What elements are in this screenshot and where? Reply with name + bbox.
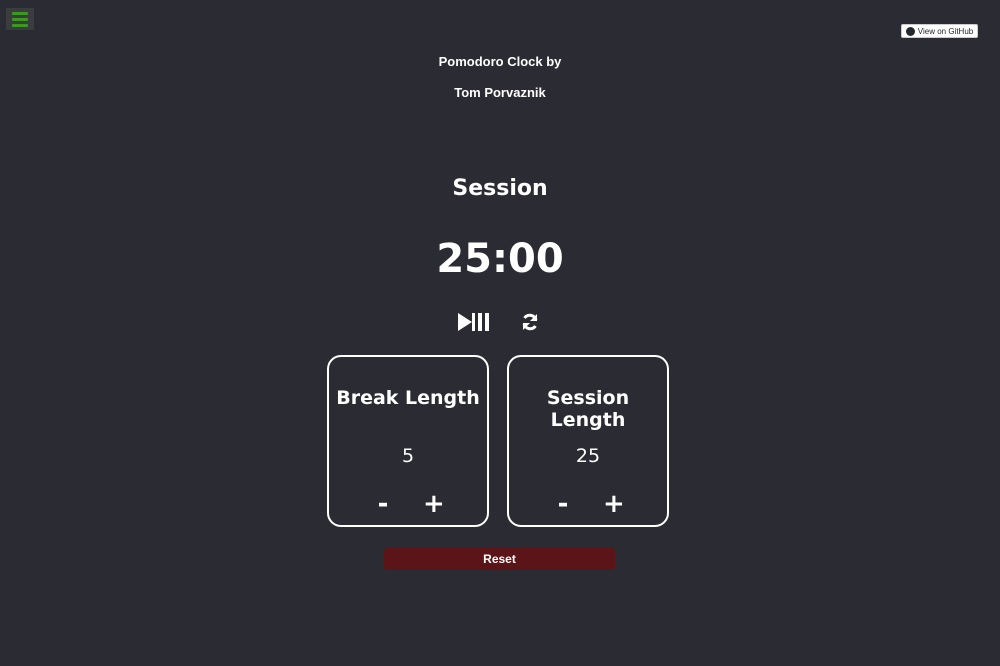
break-decrement-button[interactable]: - — [373, 491, 393, 517]
session-length-card: Session Length 25 - + — [507, 355, 669, 527]
menu-bar — [12, 23, 28, 27]
github-label: View on GitHub — [917, 26, 974, 36]
play-pause-icon — [458, 313, 489, 331]
session-length: 25 — [575, 445, 601, 467]
menu-bar — [12, 11, 28, 15]
refresh-button[interactable] — [520, 312, 540, 332]
break-length: 5 — [401, 445, 415, 467]
break-label: Break Length — [336, 387, 480, 409]
menu-bar — [12, 17, 28, 21]
session-label: Session Length — [546, 387, 630, 431]
break-length-card: Break Length 5 - + — [327, 355, 489, 527]
session-decrement-button[interactable]: - — [553, 491, 573, 517]
view-on-github-button[interactable]: View on GitHub — [901, 24, 978, 38]
timer-controls — [458, 312, 540, 332]
hamburger-menu-button[interactable] — [6, 8, 34, 30]
time-left: 25:00 — [436, 236, 564, 282]
session-increment-button[interactable]: + — [603, 491, 625, 517]
github-icon — [905, 26, 915, 36]
break-increment-button[interactable]: + — [423, 491, 445, 517]
refresh-icon — [522, 313, 538, 331]
timer-label: Session — [452, 176, 548, 201]
credit-line-1: Pomodoro Clock by — [438, 54, 562, 69]
start-stop-button[interactable] — [458, 313, 490, 331]
credit-author: Tom Porvaznik — [454, 85, 546, 100]
reset-button[interactable]: Reset — [384, 548, 615, 570]
